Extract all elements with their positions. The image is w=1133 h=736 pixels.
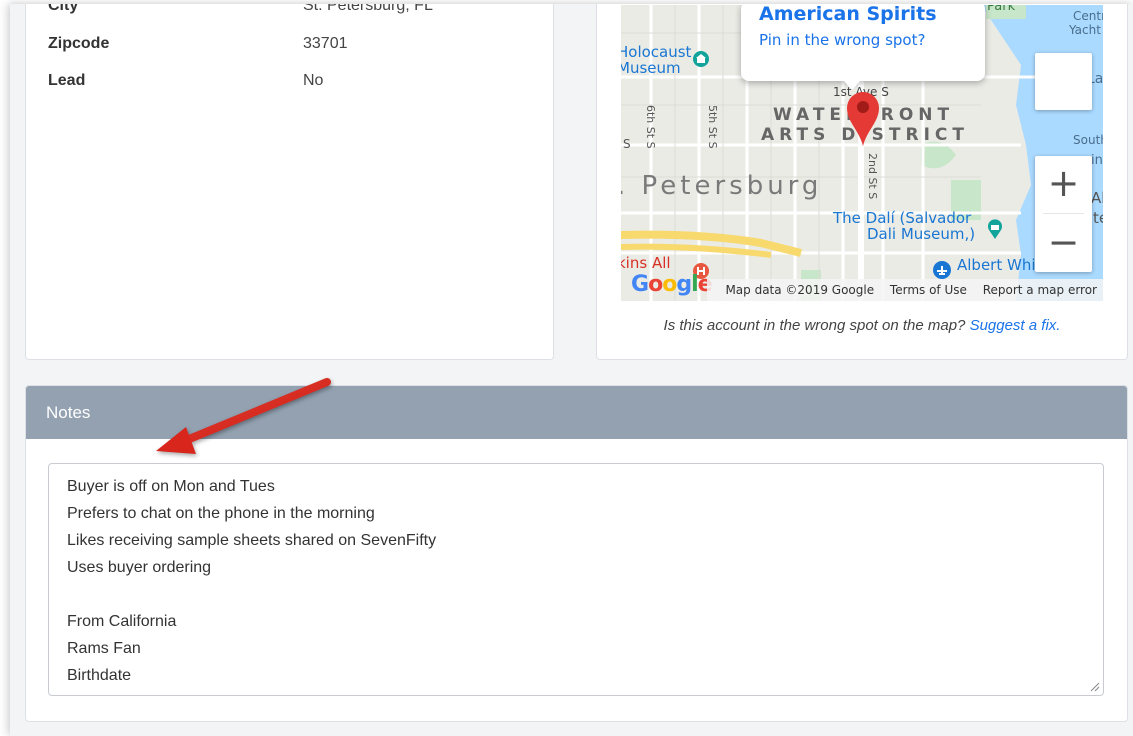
note-line: Birthdate <box>67 667 132 684</box>
note-line: Prefers to chat on the phone in the morn… <box>67 505 375 522</box>
map-data-text: Map data ©2019 Google <box>725 283 875 297</box>
map-label-central: Central <box>1073 9 1103 23</box>
pin-wrong-spot-link[interactable]: Pin in the wrong spot? <box>759 31 925 49</box>
map-attribution: Map data ©2019 Google Terms of Use Repor… <box>707 279 1103 301</box>
map-label-museum: Museum <box>621 59 681 77</box>
map-label-2nd-st: 2nd St S <box>866 153 879 200</box>
city-label: City <box>48 4 79 14</box>
map-label-dali-2: Dali Museum,) <box>867 225 976 243</box>
dali-museum-icon <box>988 219 1002 239</box>
map-label-in: in <box>1091 153 1103 168</box>
google-map[interactable]: Holocaust Museum Park Central Yacht 1st … <box>621 5 1103 301</box>
airport-icon <box>933 261 951 279</box>
zipcode-label: Zipcode <box>48 35 110 52</box>
note-line: Uses buyer ordering <box>67 559 212 576</box>
map-label-alb: Alb <box>1091 189 1103 207</box>
report-map-error-link[interactable]: Report a map error <box>983 283 1097 297</box>
notes-header: Notes <box>26 386 1127 439</box>
suggest-fix-link[interactable]: Suggest a fix. <box>970 317 1061 334</box>
terms-of-use-link[interactable]: Terms of Use <box>890 283 967 297</box>
map-label-5th-st: 5th St S <box>706 105 719 149</box>
note-line: Rams Fan <box>67 640 141 657</box>
map-label-s: S <box>623 137 631 151</box>
popup-tail <box>844 81 860 90</box>
map-pin-icon[interactable] <box>845 90 881 146</box>
museum-icon <box>693 51 709 67</box>
notes-textarea[interactable]: Buyer is off on Mon and Tues Prefers to … <box>48 463 1104 696</box>
map-label-te: te <box>1093 209 1103 227</box>
zoom-control: + − <box>1035 156 1092 272</box>
map-label-yacht: Yacht <box>1069 23 1101 37</box>
map-label-south: South <box>1073 133 1103 147</box>
account-details-card: City St. Petersburg, FL Zipcode 33701 Le… <box>25 4 554 360</box>
zipcode-value: 33701 <box>303 35 348 52</box>
lead-value: No <box>303 72 324 89</box>
map-caption: Is this account in the wrong spot on the… <box>597 317 1127 334</box>
map-label-6th-st: 6th St S <box>644 105 657 149</box>
notes-card: Notes Buyer is off on Mon and Tues Prefe… <box>25 385 1128 722</box>
map-card: Holocaust Museum Park Central Yacht 1st … <box>596 4 1128 360</box>
map-info-popup: American Spirits Pin in the wrong spot? <box>741 5 985 90</box>
note-line: From California <box>67 613 177 630</box>
resize-grip-icon[interactable] <box>1090 682 1100 692</box>
lead-label: Lead <box>48 72 86 89</box>
map-label-petersburg: . Petersburg <box>621 171 823 201</box>
map-label-hopkins: kins All <box>621 254 671 272</box>
app-window: City St. Petersburg, FL Zipcode 33701 Le… <box>10 4 1133 736</box>
zoom-divider <box>1043 213 1084 214</box>
zoom-in-button[interactable]: + <box>1035 156 1092 213</box>
notes-title: Notes <box>46 403 91 422</box>
popup-account-title: American Spirits <box>759 5 937 25</box>
map-label-park: Park <box>987 5 1016 14</box>
note-line: Buyer is off on Mon and Tues <box>67 478 275 495</box>
google-logo: Google <box>631 272 713 297</box>
fullscreen-button[interactable] <box>1035 53 1092 110</box>
zoom-out-button[interactable]: − <box>1035 215 1092 272</box>
wrong-spot-question: Is this account in the wrong spot on the… <box>663 317 970 334</box>
note-line: Likes receiving sample sheets shared on … <box>67 532 437 549</box>
city-value: St. Petersburg, FL <box>303 4 433 14</box>
